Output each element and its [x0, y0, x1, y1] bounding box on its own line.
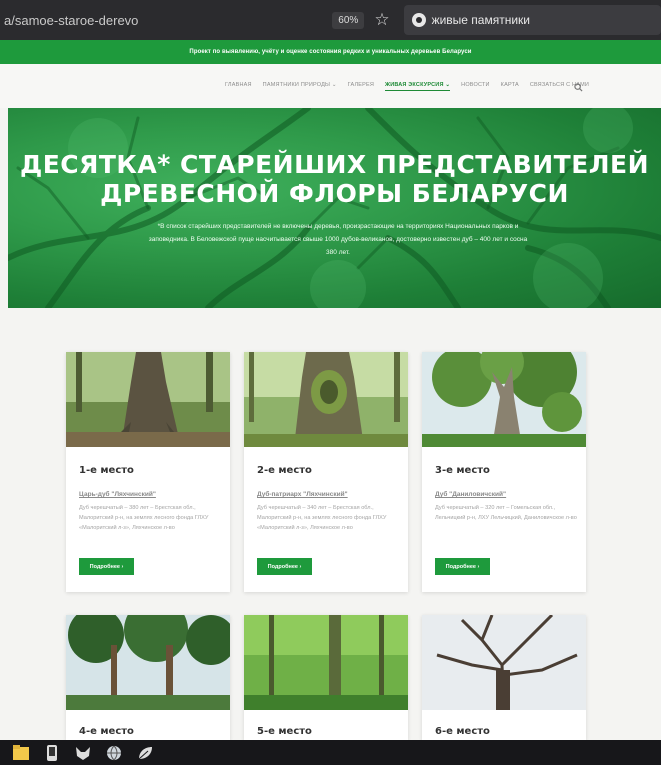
top-banner: Проект по выявлению, учёту и оценке сост…: [0, 40, 661, 64]
search-icon: [574, 83, 583, 92]
card-place: 2-е место: [257, 465, 312, 476]
card-tree-name-link[interactable]: Царь-дуб "Ляхчинский": [79, 491, 156, 498]
os-taskbar: [0, 740, 661, 765]
card-tree-name-link[interactable]: Дуб "Даниловичский": [435, 491, 506, 498]
nav-item[interactable]: Главная: [225, 82, 252, 91]
globe-icon[interactable]: [104, 743, 124, 763]
nav-search-icon[interactable]: [574, 79, 583, 97]
site-nav: Главная Памятники природы ⌄ Галерея Живая э…: [0, 64, 661, 108]
tree-photo[interactable]: [422, 352, 586, 447]
card-place: 3-е место: [435, 465, 490, 476]
nav-item[interactable]: Памятники природы ⌄: [263, 82, 337, 91]
hero-title-line1: Десятка* старейших представителей: [19, 150, 650, 179]
fox-icon[interactable]: [73, 743, 93, 763]
card-tree-name-link[interactable]: Дуб-патриарх "Ляхчинский": [257, 491, 348, 498]
favicon-icon: [411, 13, 426, 27]
tree-card: 6-е место: [422, 615, 586, 740]
folder-icon[interactable]: [11, 743, 31, 763]
tree-photo[interactable]: [422, 615, 586, 710]
card-place: 1-е место: [79, 465, 134, 476]
nav-item[interactable]: Галерея: [348, 82, 374, 91]
card-description: Дуб черешчатый – 380 лет – Брестская обл…: [79, 505, 209, 531]
more-button[interactable]: Подробнее ›: [257, 558, 312, 575]
tree-card: 3-е место Дуб "Даниловичский" Дуб черешч…: [422, 352, 586, 592]
nav-item[interactable]: Карта: [501, 82, 519, 91]
hero-section: Десятка* старейших представителей древес…: [8, 108, 661, 308]
zoom-indicator[interactable]: 60%: [332, 11, 365, 29]
card-place: 6-е место: [435, 726, 490, 737]
card-place: 5-е место: [257, 726, 312, 737]
more-button[interactable]: Подробнее ›: [79, 558, 134, 575]
nav-menu: Главная Памятники природы ⌄ Галерея Живая э…: [225, 82, 589, 91]
tree-photo[interactable]: [244, 615, 408, 710]
tree-photo[interactable]: [66, 615, 230, 710]
nav-item[interactable]: Живая экскурсия ⌄: [385, 82, 451, 91]
hero-subtitle: *В список старейших представителей не вк…: [148, 223, 528, 256]
browser-toolbar: a/samoe-staroe-derevo 60% ☆ живые памятн…: [0, 0, 661, 40]
browser-tab[interactable]: живые памятники: [403, 5, 661, 35]
hero-title-line2: древесной флоры Беларуси: [100, 179, 569, 208]
tree-photo[interactable]: [66, 352, 230, 447]
tree-card: 2-е место Дуб-патриарх "Ляхчинский" Дуб …: [244, 352, 408, 592]
tree-branches-background: [8, 108, 661, 308]
nav-item[interactable]: Новости: [461, 82, 490, 91]
address-bar[interactable]: a/samoe-staroe-derevo: [4, 13, 324, 28]
tree-card: 5-е место: [244, 615, 408, 740]
tab-title: живые памятники: [431, 13, 530, 27]
card-description: Дуб черешчатый – 320 лет – Гомельская об…: [435, 505, 577, 521]
leaf-icon[interactable]: [135, 743, 155, 763]
phone-icon[interactable]: [42, 743, 62, 763]
card-description: Дуб черешчатый – 340 лет – Брестская обл…: [257, 505, 387, 531]
bookmark-star-icon[interactable]: ☆: [374, 10, 389, 30]
tree-card: 1-е место Царь-дуб "Ляхчинский" Дуб чере…: [66, 352, 230, 592]
tree-photo[interactable]: [244, 352, 408, 447]
banner-text: Проект по выявлению, учёту и оценке сост…: [189, 49, 472, 55]
card-place: 4-е место: [79, 726, 134, 737]
tree-card: 4-е место: [66, 615, 230, 740]
more-button[interactable]: Подробнее ›: [435, 558, 490, 575]
